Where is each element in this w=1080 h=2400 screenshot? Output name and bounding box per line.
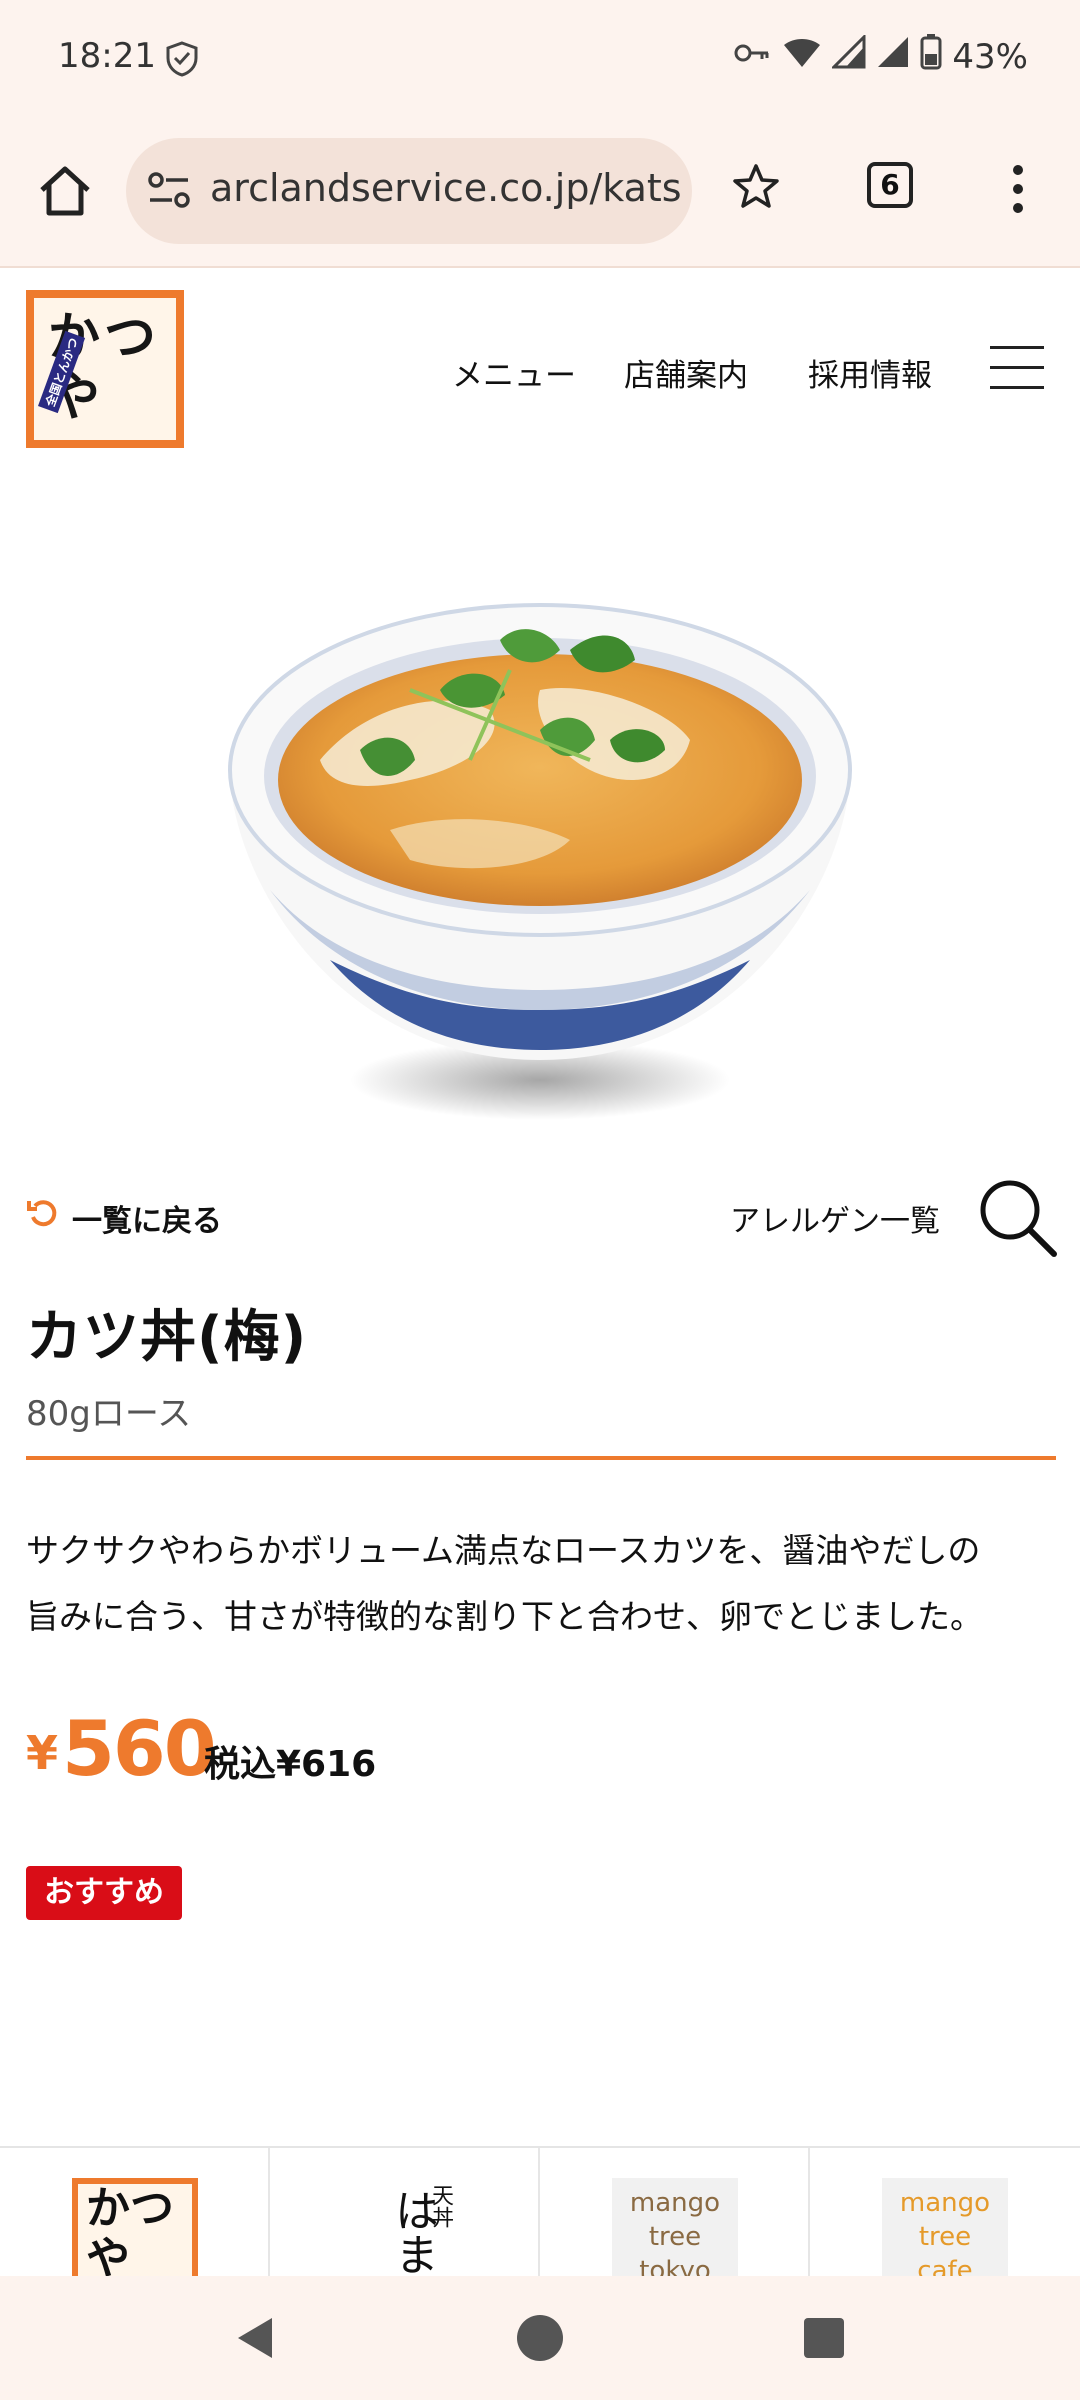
nav-recruit[interactable]: 採用情報 — [808, 350, 932, 395]
brand-katsuya-logo: かつや — [72, 2178, 198, 2278]
signal-icon-2 — [876, 35, 910, 78]
price-yen-symbol: ¥ — [26, 1726, 59, 1780]
site-settings-icon[interactable] — [146, 168, 192, 218]
key-icon — [732, 37, 772, 77]
brand-katsuya-text: かつや — [78, 2184, 192, 2278]
more-vert-icon[interactable] — [1008, 164, 1028, 218]
product-subtitle: 80gロース — [26, 1394, 192, 1434]
mango2-line2: tree — [918, 2222, 972, 2252]
status-icons: 43% — [732, 33, 1028, 79]
title-divider — [26, 1456, 1056, 1460]
signal-icon — [830, 33, 866, 78]
mango1-line3: tokyo — [639, 2256, 711, 2278]
description-line-2: 旨みに合う、甘さが特徴的な割り下と合わせ、卵でとじました。 — [26, 1597, 983, 1636]
shield-icon — [164, 40, 200, 82]
battery-icon — [920, 34, 942, 79]
brand-mango-tree-tokyo-logo: mango tree tokyo — [612, 2178, 738, 2278]
search-icon[interactable] — [978, 1178, 1058, 1262]
system-nav-bar — [0, 2276, 1080, 2400]
brand-mango-tree-tokyo[interactable]: mango tree tokyo — [540, 2148, 810, 2278]
browser-toolbar: arclandservice.co.jp/kats 6 — [0, 118, 1080, 268]
recommended-badge: おすすめ — [26, 1866, 182, 1920]
price-tax-included: 税込¥616 — [204, 1744, 377, 1785]
brand-mango-tree-cafe[interactable]: mango tree cafe — [810, 2148, 1080, 2278]
back-to-list-link[interactable]: 一覧に戻る — [26, 1196, 222, 1240]
mango1-line1: mango — [629, 2188, 721, 2218]
url-bar[interactable]: arclandservice.co.jp/kats — [126, 138, 692, 244]
brand-strip: かつや 天丼 はま mango tree tokyo mango tree ca… — [0, 2146, 1080, 2278]
status-bar: 18:21 43% — [0, 0, 1080, 118]
bookmark-star-icon[interactable] — [732, 162, 780, 214]
product-title: カツ丼(梅) — [26, 1305, 308, 1370]
back-triangle-icon[interactable] — [232, 2314, 278, 2366]
home-icon[interactable] — [34, 160, 96, 222]
brand-tendon-hamada[interactable]: 天丼 はま — [270, 2148, 540, 2278]
katsuya-logo[interactable]: かつや 全国とんかつ — [26, 290, 184, 448]
logo-face: かつや 全国とんかつ — [34, 298, 176, 440]
undo-arrow-icon — [26, 1197, 60, 1239]
product-photo — [210, 540, 870, 1140]
recents-square-icon[interactable] — [802, 2316, 846, 2364]
battery-percent: 43% — [952, 36, 1028, 77]
nav-menu[interactable]: メニュー — [452, 350, 576, 395]
status-time: 18:21 — [58, 36, 156, 76]
brand-mango-tree-cafe-logo: mango tree cafe — [882, 2178, 1008, 2278]
mango2-line3: cafe — [917, 2256, 973, 2278]
tab-count-button[interactable]: 6 — [867, 162, 913, 208]
brand-tendon-name: はま — [387, 2188, 438, 2276]
mango1-line2: tree — [648, 2222, 702, 2252]
hamburger-menu-icon[interactable] — [990, 346, 1044, 390]
mango2-line1: mango — [899, 2188, 991, 2218]
wifi-icon — [782, 35, 822, 78]
product-description: サクサクやわらかボリューム満点なロースカツを、醤油やだしの 旨みに合う、甘さが特… — [26, 1518, 1066, 1650]
brand-katsuya[interactable]: かつや — [0, 2148, 270, 2278]
allergen-list-link[interactable]: アレルゲン一覧 — [730, 1196, 940, 1240]
back-label: 一覧に戻る — [72, 1204, 222, 1239]
home-circle-icon[interactable] — [514, 2312, 566, 2368]
price-value: 560 — [62, 1704, 217, 1793]
url-text: arclandservice.co.jp/kats — [210, 166, 682, 210]
nav-stores[interactable]: 店舗案内 — [624, 350, 748, 395]
description-line-1: サクサクやわらかボリューム満点なロースカツを、醤油やだしの — [26, 1531, 981, 1570]
